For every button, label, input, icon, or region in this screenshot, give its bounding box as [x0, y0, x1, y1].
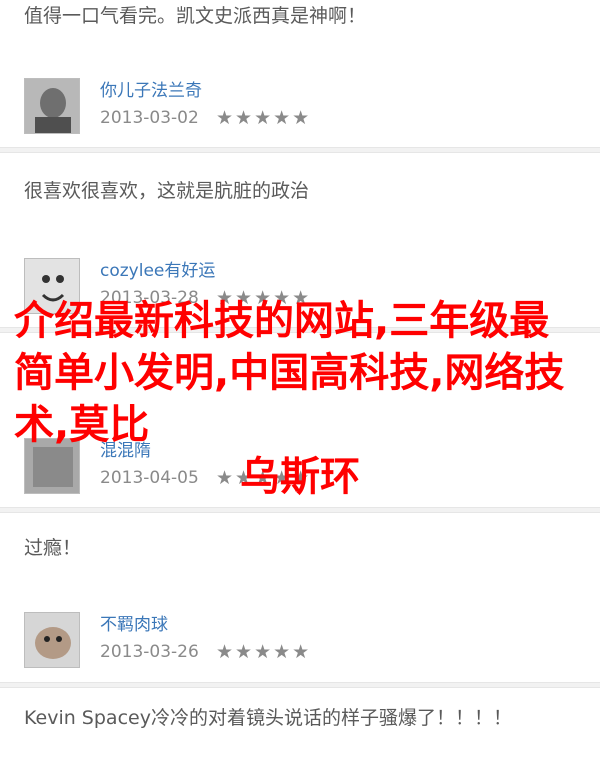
- divider: [0, 682, 600, 688]
- overlay-title: 介绍最新科技的网站,三年级最简单小发明,中国高科技,网络技术,莫比 乌斯环: [14, 295, 586, 503]
- comment-text: 值得一口气看完。凯文史派西真是神啊！: [24, 5, 367, 27]
- user-avatar[interactable]: [24, 78, 80, 134]
- rating-stars: ★★★★★: [216, 107, 312, 129]
- comment-text: Kevin Spacey冷冷的对着镜头说话的样子骚爆了！！！！: [24, 707, 512, 729]
- review-user-row[interactable]: 不羁肉球 2013-03-26 ★★★★★: [0, 612, 600, 692]
- user-avatar[interactable]: [24, 612, 80, 668]
- avatar-image-icon: [25, 79, 79, 133]
- overlay-title-line-2: 乌斯环: [240, 454, 360, 500]
- username-link[interactable]: 不羁肉球: [100, 610, 168, 635]
- username-link[interactable]: cozylee有好运: [100, 256, 215, 281]
- comment-text: 很喜欢很喜欢，这就是肮脏的政治: [24, 180, 310, 202]
- divider: [0, 507, 600, 513]
- divider: [0, 147, 600, 153]
- review-date: 2013-03-02: [100, 108, 199, 128]
- rating-stars: ★★★★★: [216, 641, 312, 663]
- review-date: 2013-03-26: [100, 642, 199, 662]
- username-link[interactable]: 你儿子法兰奇: [100, 76, 202, 101]
- review-user-row[interactable]: 你儿子法兰奇 2013-03-02 ★★★★★: [0, 78, 600, 158]
- avatar-image-icon: [25, 613, 79, 667]
- overlay-title-line: 介绍最新科技的网站,三年级最简单小发明,中国高科技,网络技术,莫比: [14, 298, 565, 448]
- comment-text: 过瘾！: [24, 537, 82, 559]
